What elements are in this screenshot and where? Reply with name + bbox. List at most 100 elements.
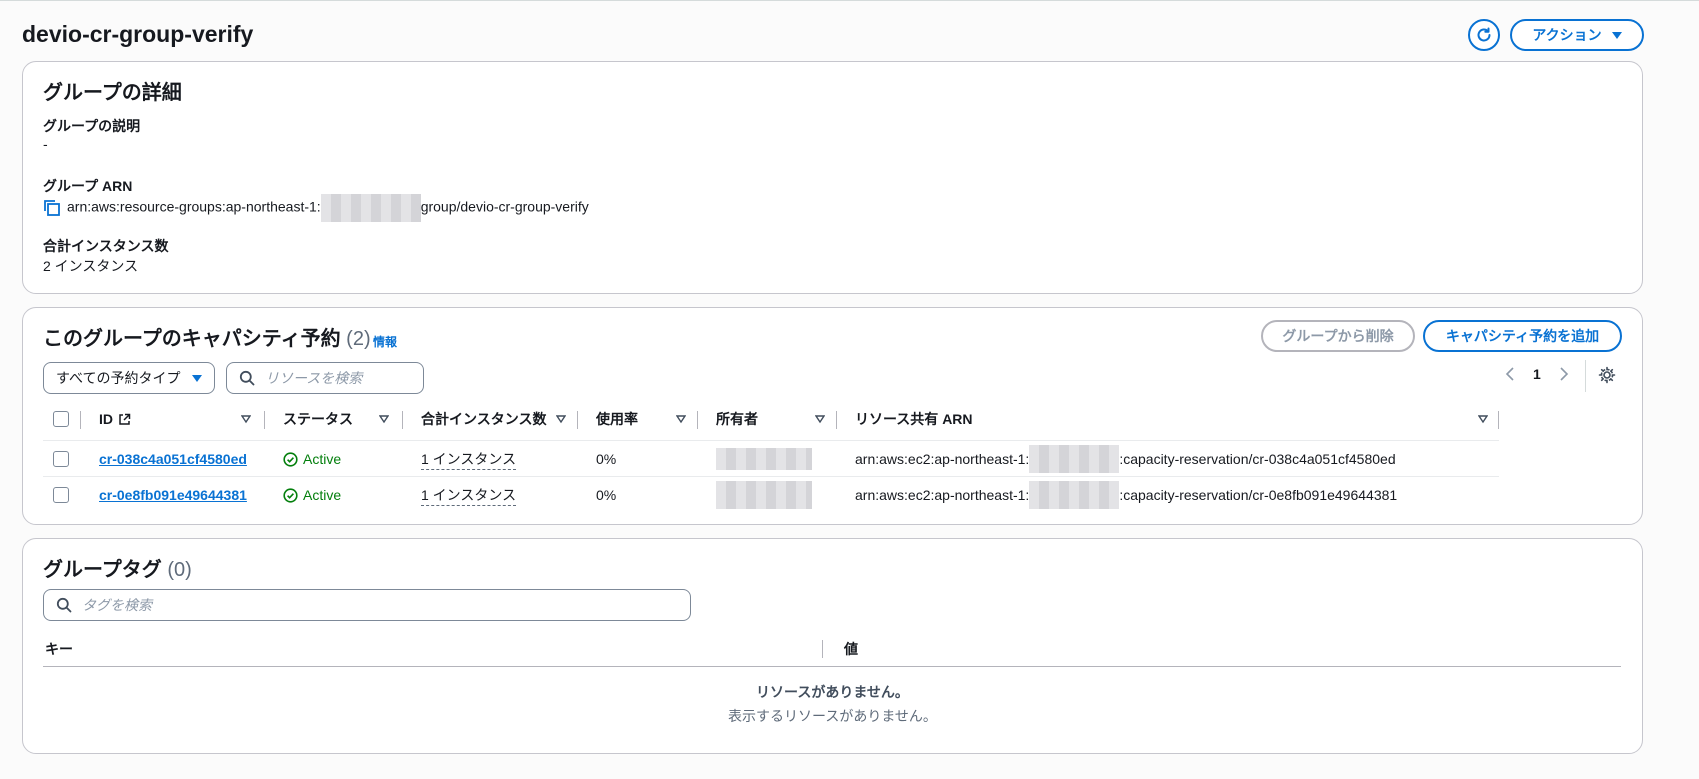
chevron-right-icon[interactable]: [1559, 367, 1569, 381]
capacity-reservations-card: このグループのキャパシティ予約 (2) 情報 グループから削除 キャパシティ予約…: [22, 307, 1643, 525]
remove-from-group-button[interactable]: グループから削除: [1261, 320, 1415, 352]
row-checkbox-cell: [53, 441, 69, 477]
resource-search-placeholder: リソースを検索: [265, 370, 363, 386]
actions-button[interactable]: アクション: [1510, 19, 1644, 51]
page-header: devio-cr-group-verify アクション: [22, 19, 1644, 55]
row-checkbox[interactable]: [53, 451, 69, 467]
search-icon: [56, 597, 72, 613]
capacity-title: このグループのキャパシティ予約 (2): [43, 322, 371, 351]
column-divider: [80, 411, 81, 429]
owner-cell: [716, 477, 812, 513]
caret-down-icon: [192, 374, 202, 382]
reservation-id-link[interactable]: cr-0e8fb091e49644381: [99, 487, 247, 503]
total-instances-value: 2 インスタンス: [43, 258, 139, 274]
redacted-account-id: [1029, 481, 1120, 509]
capacity-title-text: このグループのキャパシティ予約: [43, 328, 341, 350]
redacted-account-id: [320, 194, 421, 222]
row-checkbox-cell: [53, 477, 69, 513]
column-divider: [822, 640, 823, 658]
status-cell: Active: [283, 477, 341, 513]
refresh-icon: [1477, 27, 1491, 42]
column-header-id-label: ID: [99, 411, 113, 427]
column-header-resource-share-arn[interactable]: リソース共有 ARN: [855, 400, 973, 438]
sort-icon[interactable]: [379, 414, 389, 424]
pager-divider: [1585, 360, 1586, 392]
column-header-owner[interactable]: 所有者: [716, 400, 758, 438]
description-value: -: [43, 136, 48, 152]
arn-prefix: arn:aws:ec2:ap-northeast-1:: [855, 487, 1030, 503]
resource-search-input[interactable]: リソースを検索: [226, 362, 424, 394]
empty-state-title: リソースがありません。: [756, 684, 909, 700]
group-details-title: グループの詳細: [43, 82, 182, 104]
arn-suffix: group/devio-cr-group-verify: [420, 198, 589, 215]
column-header-total-instances[interactable]: 合計インスタンス数: [421, 400, 546, 438]
instances-popover[interactable]: 1 インスタンス: [421, 449, 517, 470]
group-details-card: グループの詳細 グループの説明 - グループ ARN arn:aws:resou…: [22, 61, 1643, 294]
reservation-type-select[interactable]: すべての予約タイプ: [43, 362, 215, 394]
reservation-type-value: すべての予約タイプ: [56, 370, 181, 386]
capacity-count: (2): [346, 328, 371, 350]
resource-share-arn-cell: arn:aws:ec2:ap-northeast-1: :capacity-res…: [855, 477, 1397, 513]
arn-label: グループ ARN: [43, 178, 133, 194]
resource-share-arn-cell: arn:aws:ec2:ap-northeast-1::capacity-res…: [855, 441, 1396, 477]
column-divider: [264, 411, 265, 429]
tags-table-header: キー 値: [43, 631, 1621, 667]
arn-value: arn:aws:resource-groups:ap-northeast-1: g…: [43, 194, 589, 222]
settings-gear-icon[interactable]: [1598, 366, 1616, 384]
redacted-owner: [716, 448, 812, 470]
instances-cell: 1 インスタンス: [421, 441, 517, 477]
column-divider: [1498, 411, 1499, 429]
column-header-id[interactable]: ID: [99, 400, 131, 438]
usage-cell: 0%: [596, 451, 617, 467]
sort-icon[interactable]: [241, 414, 251, 424]
actions-label: アクション: [1532, 27, 1602, 43]
column-header-key[interactable]: キー: [45, 631, 73, 667]
caret-down-icon: [1611, 31, 1622, 39]
pagination: 1: [1505, 366, 1569, 382]
group-tags-card: グループタグ (0) タグを検索 キー 値 リソースがありません。 表示するリソ…: [22, 538, 1643, 754]
tag-search-input[interactable]: タグを検索: [43, 589, 691, 621]
arn-prefix: arn:aws:resource-groups:ap-northeast-1:: [67, 198, 321, 215]
redacted-account-id: [1029, 445, 1120, 473]
check-circle-icon: [283, 487, 298, 503]
status-text: Active: [303, 451, 342, 467]
sort-icon[interactable]: [815, 414, 825, 424]
instances-cell: 1 インスタンス: [421, 477, 517, 513]
id-cell: cr-038c4a051cf4580ed: [99, 441, 247, 477]
page: devio-cr-group-verify アクション グループの詳細 グループ…: [22, 1, 1644, 779]
column-divider: [402, 411, 403, 429]
sort-icon[interactable]: [676, 414, 686, 424]
arn-prefix: arn:aws:ec2:ap-northeast-1:: [855, 451, 1030, 467]
usage-cell: 0%: [596, 487, 617, 503]
reservation-id-link[interactable]: cr-038c4a051cf4580ed: [99, 451, 247, 467]
table-row: cr-0e8fb091e49644381 Active 1 インスタンス 0% …: [43, 476, 1499, 512]
status-cell: Active: [283, 441, 341, 477]
search-icon: [239, 370, 255, 386]
column-header-status[interactable]: ステータス: [283, 400, 353, 438]
chevron-left-icon[interactable]: [1505, 367, 1515, 381]
copy-icon[interactable]: [43, 199, 61, 217]
info-link[interactable]: 情報: [373, 333, 397, 350]
sort-icon[interactable]: [556, 414, 566, 424]
total-instances-label: 合計インスタンス数: [43, 238, 169, 254]
column-divider: [577, 411, 578, 429]
sort-icon[interactable]: [1478, 414, 1488, 424]
row-checkbox[interactable]: [53, 487, 69, 503]
column-header-usage[interactable]: 使用率: [596, 400, 638, 438]
select-all-checkbox[interactable]: [53, 411, 69, 427]
group-tags-title-text: グループタグ: [43, 559, 162, 581]
add-capacity-reservation-button[interactable]: キャパシティ予約を追加: [1423, 320, 1622, 352]
instances-popover[interactable]: 1 インスタンス: [421, 485, 517, 506]
page-title: devio-cr-group-verify: [22, 21, 254, 47]
arn-suffix: :capacity-reservation/cr-0e8fb091e496443…: [1119, 487, 1398, 503]
refresh-button[interactable]: [1468, 19, 1500, 51]
capacity-table: ID ステータス 合計インスタンス数 使用率 所有者 リソース共有 ARN cr…: [43, 400, 1499, 518]
external-link-icon: [119, 413, 131, 425]
check-circle-icon: [283, 451, 298, 467]
column-divider: [697, 411, 698, 429]
empty-state-subtitle: 表示するリソースがありません。: [728, 708, 937, 724]
current-page[interactable]: 1: [1533, 366, 1541, 382]
id-cell: cr-0e8fb091e49644381: [99, 477, 247, 513]
column-header-value[interactable]: 値: [844, 631, 858, 667]
table-row: cr-038c4a051cf4580ed Active 1 インスタンス 0% …: [43, 440, 1499, 476]
